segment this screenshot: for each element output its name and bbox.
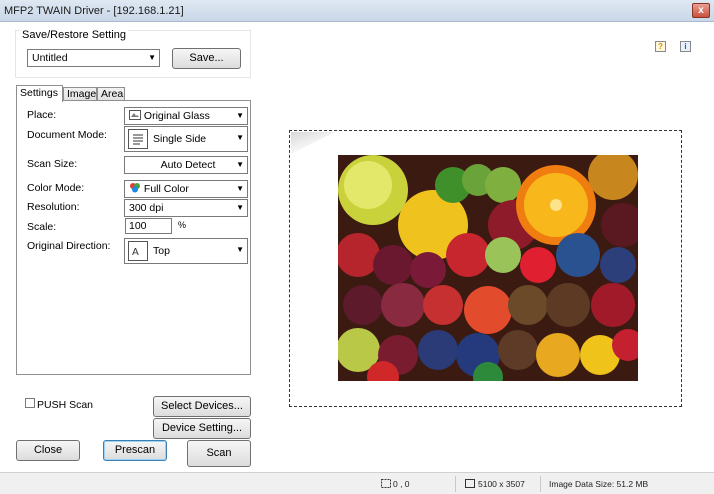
original-direction-value: Top [153, 245, 170, 257]
save-restore-label: Save/Restore Setting [20, 29, 128, 41]
glass-icon [129, 110, 141, 120]
color-mode-label: Color Mode: [27, 182, 85, 194]
place-value: Original Glass [143, 110, 210, 122]
push-scan-label: PUSH Scan [37, 399, 94, 411]
scan-button[interactable]: Scan [187, 440, 251, 467]
page-orientation-icon: A [128, 241, 148, 261]
push-scan-checkbox[interactable] [25, 398, 35, 408]
tab-image[interactable]: Image [63, 87, 97, 101]
status-separator [540, 476, 541, 492]
original-direction-select[interactable]: A Top ▼ [124, 238, 248, 264]
scan-size-select[interactable]: Auto Detect ▼ [124, 156, 248, 174]
save-preset-button[interactable]: Save... [172, 48, 241, 69]
scale-unit: % [178, 220, 187, 230]
select-devices-button[interactable]: Select Devices... [153, 396, 251, 417]
single-side-icon [128, 129, 148, 149]
scale-label: Scale: [27, 221, 57, 233]
device-setting-button[interactable]: Device Setting... [153, 418, 251, 439]
scan-size-label: Scan Size: [27, 158, 78, 170]
chevron-down-icon: ▼ [236, 184, 244, 193]
resolution-select[interactable]: 300 dpi ▼ [124, 199, 248, 217]
help-icon[interactable]: ? [655, 41, 666, 52]
title-bar: MFP2 TWAIN Driver - [192.168.1.21] x [0, 0, 714, 22]
chevron-down-icon: ▼ [148, 53, 156, 62]
prescan-preview-image [338, 155, 638, 381]
tab-settings[interactable]: Settings [16, 85, 63, 102]
paper-corner [291, 132, 335, 154]
chevron-down-icon: ▼ [236, 203, 244, 212]
window-title: MFP2 TWAIN Driver - [192.168.1.21] [4, 5, 184, 17]
status-separator [455, 476, 456, 492]
chevron-down-icon: ▼ [236, 160, 244, 169]
chevron-down-icon: ▼ [236, 111, 244, 120]
image-data-size: Image Data Size: 51.2 MB [549, 479, 649, 489]
image-dimensions: 5100 x 3507 [478, 479, 525, 489]
scale-input[interactable]: 100 [125, 218, 172, 234]
resolution-value: 300 dpi [129, 202, 164, 214]
place-select[interactable]: Original Glass ▼ [124, 107, 248, 125]
chevron-down-icon: ▼ [236, 133, 244, 142]
original-direction-label: Original Direction: [27, 240, 111, 252]
full-color-icon [130, 183, 140, 193]
color-mode-value: Full Color [143, 183, 189, 195]
preview-area[interactable] [289, 130, 682, 407]
place-label: Place: [27, 109, 57, 121]
info-icon[interactable]: i [680, 41, 691, 52]
document-mode-label: Document Mode: [27, 129, 107, 141]
close-button[interactable]: Close [16, 440, 80, 461]
status-bar: 0 , 0 5100 x 3507 Image Data Size: 51.2 … [0, 472, 714, 494]
prescan-button[interactable]: Prescan [103, 440, 167, 461]
resolution-label: Resolution: [27, 201, 80, 213]
document-mode-select[interactable]: Single Side ▼ [124, 126, 248, 152]
svg-text:A: A [132, 247, 139, 258]
document-mode-value: Single Side [153, 133, 207, 145]
preset-select[interactable]: Untitled ▼ [27, 49, 160, 67]
color-mode-select[interactable]: Full Color ▼ [124, 180, 248, 198]
cursor-coordinates: 0 , 0 [393, 479, 410, 489]
preset-select-value: Untitled [32, 52, 68, 64]
tab-area[interactable]: Area [97, 87, 125, 101]
selection-icon [381, 479, 391, 489]
image-size-icon [465, 479, 475, 489]
scan-size-value: Auto Detect [160, 159, 216, 171]
window-close-button[interactable]: x [692, 3, 710, 18]
chevron-down-icon: ▼ [236, 245, 244, 254]
